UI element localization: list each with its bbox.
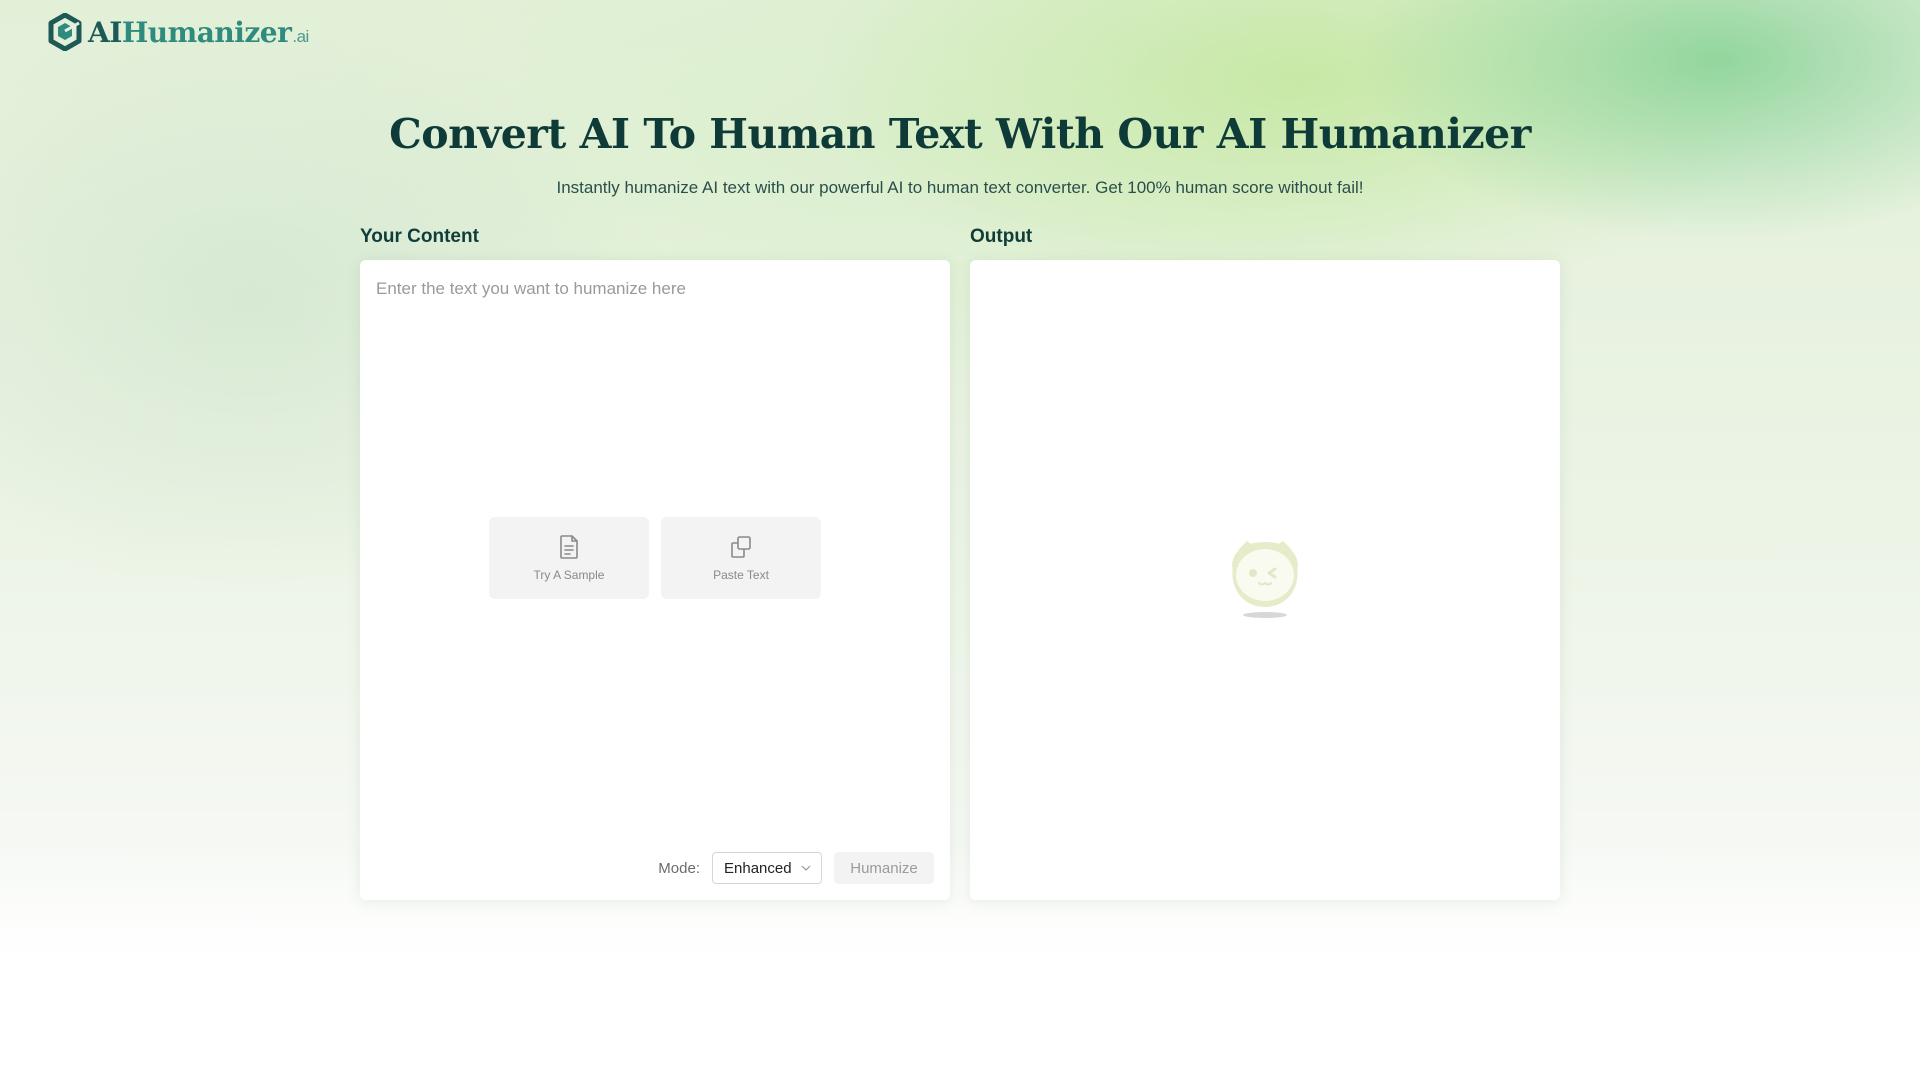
- output-panel: [970, 260, 1560, 900]
- chevron-down-icon: [801, 865, 811, 871]
- page-title: Convert AI To Human Text With Our AI Hum…: [389, 110, 1531, 158]
- humanize-controls: Mode: Enhanced Humanize: [658, 852, 934, 884]
- document-icon: [560, 535, 578, 559]
- mascot-icon: [1232, 541, 1298, 618]
- humanize-button[interactable]: Humanize: [834, 852, 934, 884]
- page-subtitle: Instantly humanize AI text with our powe…: [556, 178, 1364, 197]
- input-panel: Try A Sample Paste Text Mode: Enhanced H…: [360, 260, 950, 900]
- paste-text-label: Paste Text: [713, 568, 769, 582]
- copy-icon: [731, 536, 751, 558]
- input-label: Your Content: [360, 226, 479, 247]
- paste-text-button[interactable]: Paste Text: [661, 517, 821, 599]
- mode-value: Enhanced: [724, 859, 792, 877]
- logo-text-humanizer: Humanizer: [121, 15, 292, 49]
- logo-text-ai: AI: [88, 15, 122, 49]
- logo-wordmark: AIHumanizer.ai: [88, 16, 309, 49]
- output-label: Output: [970, 226, 1033, 247]
- site-logo[interactable]: AIHumanizer.ai: [48, 12, 309, 52]
- mode-select[interactable]: Enhanced: [712, 852, 822, 884]
- mode-label: Mode:: [658, 859, 700, 877]
- hexagon-logo-icon: [48, 13, 82, 51]
- logo-text-suffix: .ai: [292, 26, 309, 46]
- try-sample-label: Try A Sample: [533, 568, 605, 582]
- try-sample-button[interactable]: Try A Sample: [489, 517, 649, 599]
- quick-actions: Try A Sample Paste Text: [489, 517, 821, 599]
